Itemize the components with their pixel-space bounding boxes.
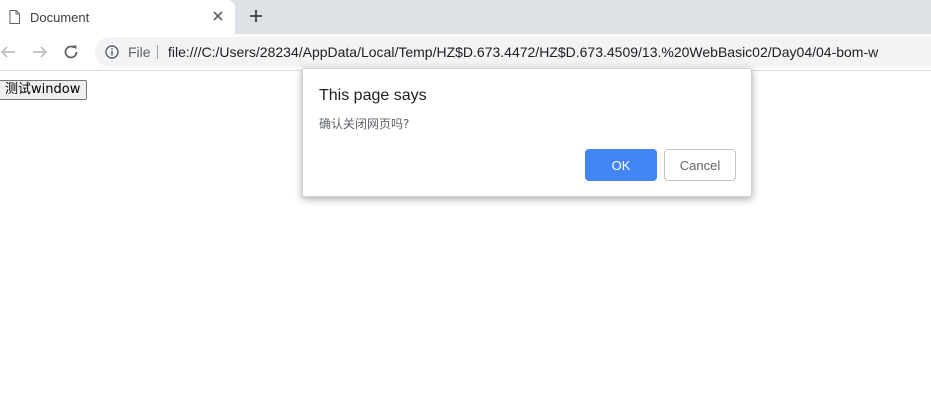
- url-text[interactable]: file:///C:/Users/28234/AppData/Local/Tem…: [168, 44, 878, 60]
- tab-document[interactable]: Document: [0, 0, 235, 34]
- arrow-right-icon[interactable]: [31, 43, 49, 61]
- omnibox-divider: [157, 45, 158, 59]
- tab-strip: Document: [0, 0, 931, 34]
- scheme-label: File: [128, 44, 151, 60]
- reload-icon[interactable]: [62, 43, 80, 61]
- address-bar[interactable]: File file:///C:/Users/28234/AppData/Loca…: [95, 37, 931, 67]
- close-icon[interactable]: [210, 8, 226, 24]
- ok-button[interactable]: OK: [585, 149, 657, 181]
- plus-icon[interactable]: [248, 8, 264, 24]
- arrow-left-icon[interactable]: [0, 43, 17, 61]
- info-icon[interactable]: [105, 45, 119, 59]
- alert-dialog: This page says 确认关闭网页吗? OK Cancel: [302, 68, 752, 197]
- browser-toolbar: File file:///C:/Users/28234/AppData/Loca…: [0, 34, 931, 71]
- cancel-button[interactable]: Cancel: [664, 149, 736, 181]
- test-window-button[interactable]: 测试window: [0, 80, 88, 100]
- tab-title: Document: [30, 10, 90, 25]
- document-icon: [9, 10, 20, 24]
- dialog-message: 确认关闭网页吗?: [319, 117, 410, 131]
- dialog-title: This page says: [319, 87, 427, 104]
